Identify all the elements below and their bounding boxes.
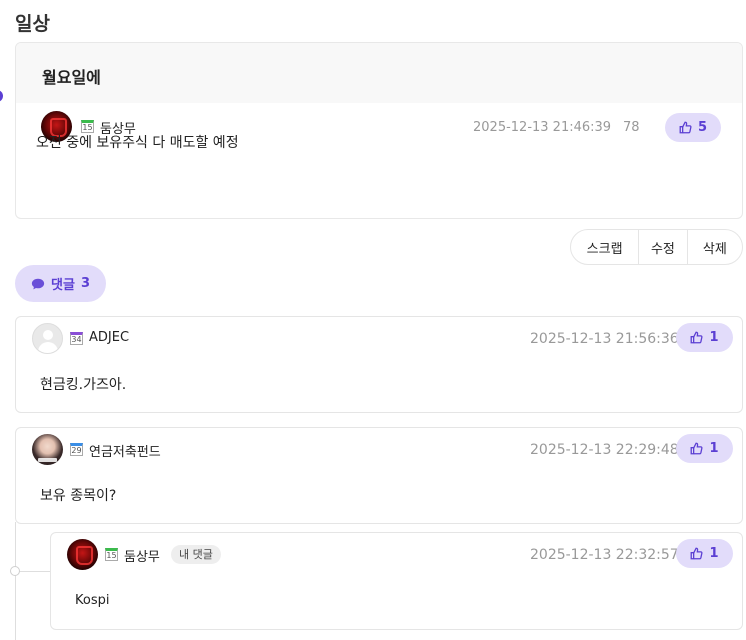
thumbs-up-icon — [691, 331, 704, 344]
thumbs-up-icon — [691, 442, 704, 455]
side-indicator — [0, 90, 3, 102]
commenter-avatar[interactable] — [32, 434, 63, 465]
comment-like-button[interactable]: 1 — [676, 323, 733, 352]
commenter-avatar[interactable] — [67, 539, 98, 570]
edit-button[interactable]: 수정 — [639, 230, 688, 264]
post-body: 오전 중에 보유주식 다 매도할 예정 — [36, 135, 239, 151]
post-card: 월요일에 15 둠상무 2025-12-13 21:46:39 78 5 — [15, 42, 743, 219]
speech-bubble-icon — [31, 278, 45, 289]
commenter-nickname[interactable]: 연금저축펀드 — [89, 441, 161, 460]
comment-text: 보유 종목이? — [40, 488, 117, 504]
commenter-nickname[interactable]: ADJEC — [89, 330, 129, 345]
commenter-nickname[interactable]: 둠상무 — [124, 546, 160, 565]
comment-like-count: 1 — [709, 330, 719, 345]
delete-button[interactable]: 삭제 — [688, 230, 742, 264]
level-badge-icon: 15 — [105, 548, 118, 561]
level-badge-icon: 29 — [70, 443, 83, 456]
thumbs-up-icon — [679, 121, 692, 134]
my-comment-badge: 내 댓글 — [171, 545, 221, 564]
comment-text: 현금킹.가즈아. — [40, 377, 127, 393]
comment-text: Kospi — [75, 593, 110, 608]
view-count: 78 — [623, 120, 640, 135]
comment-like-button[interactable]: 1 — [676, 434, 733, 463]
reply-connector-line — [15, 571, 50, 572]
post-actions: 스크랩 수정 삭제 — [570, 229, 743, 265]
thumbs-up-icon — [691, 547, 704, 560]
reply-thread-line — [15, 522, 16, 640]
board-title: 일상 — [15, 13, 50, 35]
comment-like-count: 1 — [709, 441, 719, 456]
post-datetime: 2025-12-13 21:46:39 — [473, 120, 612, 135]
comment-item: 29 연금저축펀드 2025-12-13 22:29:48 1 보유 종목이? — [15, 427, 743, 524]
reply-connector-dot — [10, 566, 20, 576]
comment-item: 34 ADJEC 2025-12-13 21:56:36 1 현금킹.가즈아. — [15, 316, 743, 413]
level-badge-icon: 34 — [70, 332, 83, 345]
comments-count: 3 — [80, 276, 90, 291]
post-like-count: 5 — [697, 120, 708, 135]
commenter-avatar[interactable] — [32, 323, 63, 354]
comment-datetime: 2025-12-13 22:32:57 — [530, 547, 679, 563]
scrap-button[interactable]: 스크랩 — [571, 230, 640, 264]
comments-label: 댓글 — [51, 278, 75, 293]
reply-item: 15 둠상무 내 댓글 2025-12-13 22:32:57 1 Kospi — [50, 532, 743, 630]
comment-like-button[interactable]: 1 — [676, 539, 733, 568]
post-title: 월요일에 — [16, 43, 742, 103]
comment-like-count: 1 — [709, 546, 719, 561]
post-like-button[interactable]: 5 — [665, 113, 721, 142]
comment-datetime: 2025-12-13 22:29:48 — [530, 442, 679, 458]
comments-toggle-button[interactable]: 댓글 3 — [15, 265, 106, 302]
comment-datetime: 2025-12-13 21:56:36 — [530, 331, 679, 347]
